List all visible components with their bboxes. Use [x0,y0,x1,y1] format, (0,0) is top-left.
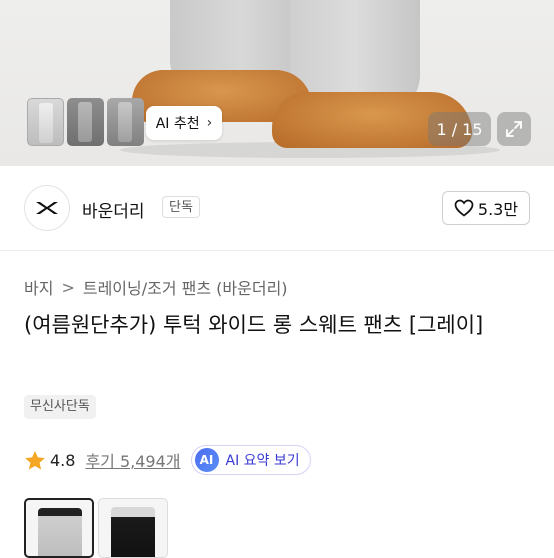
musinsa-exclusive-tag: 무신사단독 [24,395,96,419]
chevron-right-icon: > [61,277,75,297]
exclusive-badge: 단독 [162,196,200,218]
brand-logo[interactable] [24,185,70,231]
pager-text: 1 / 15 [436,119,483,139]
thumbnail-figure [118,102,132,142]
product-title: (여름원단추가) 투턱 와이드 롱 스웨트 팬츠 [그레이] [24,313,484,337]
review-count-link[interactable]: 후기 5,494개 [85,448,180,472]
product-hero-image[interactable]: AI 추천 › 1 / 15 [0,0,554,166]
image-pager: 1 / 15 [428,112,491,146]
expand-icon [506,121,522,137]
ai-icon: AI [194,448,219,472]
rating-row: 4.8 후기 5,494개 AI AI 요약 보기 [24,445,311,475]
ai-summary-button[interactable]: AI AI 요약 보기 [190,445,311,475]
chevron-right-icon: › [206,115,213,131]
star-icon [25,450,45,469]
thumbnail-2[interactable] [67,98,104,146]
color-option-gray[interactable] [24,498,94,558]
brand-row: 바운더리 단독 5.3만 [0,166,554,250]
divider [0,250,554,251]
thumbnail-figure [39,103,53,143]
brand-logo-icon [36,202,58,214]
ai-summary-label: AI 요약 보기 [225,453,300,469]
color-option-image [38,508,82,556]
like-button[interactable]: 5.3만 [442,191,530,225]
thumbnail-3[interactable] [107,98,144,146]
thumbnail-1[interactable] [27,98,64,146]
rating-score: 4.8 [50,450,76,470]
breadcrumb: 바지 > 트레이닝/조거 팬츠 (바운더리) [24,275,288,299]
color-option-black[interactable] [98,498,168,558]
ai-recommend-button[interactable]: AI 추천 › [146,106,222,140]
like-count: 5.3만 [477,200,519,219]
brand-name[interactable]: 바운더리 [82,197,145,222]
heart-icon [454,199,474,217]
breadcrumb-item-category[interactable]: 트레이닝/조거 팬츠 (바운더리) [83,275,288,299]
thumbnail-figure [78,102,92,142]
breadcrumb-item-pants[interactable]: 바지 [24,275,53,299]
ai-recommend-label: AI 추천 [155,116,200,132]
color-option-image [111,507,155,557]
expand-button[interactable] [497,112,531,146]
